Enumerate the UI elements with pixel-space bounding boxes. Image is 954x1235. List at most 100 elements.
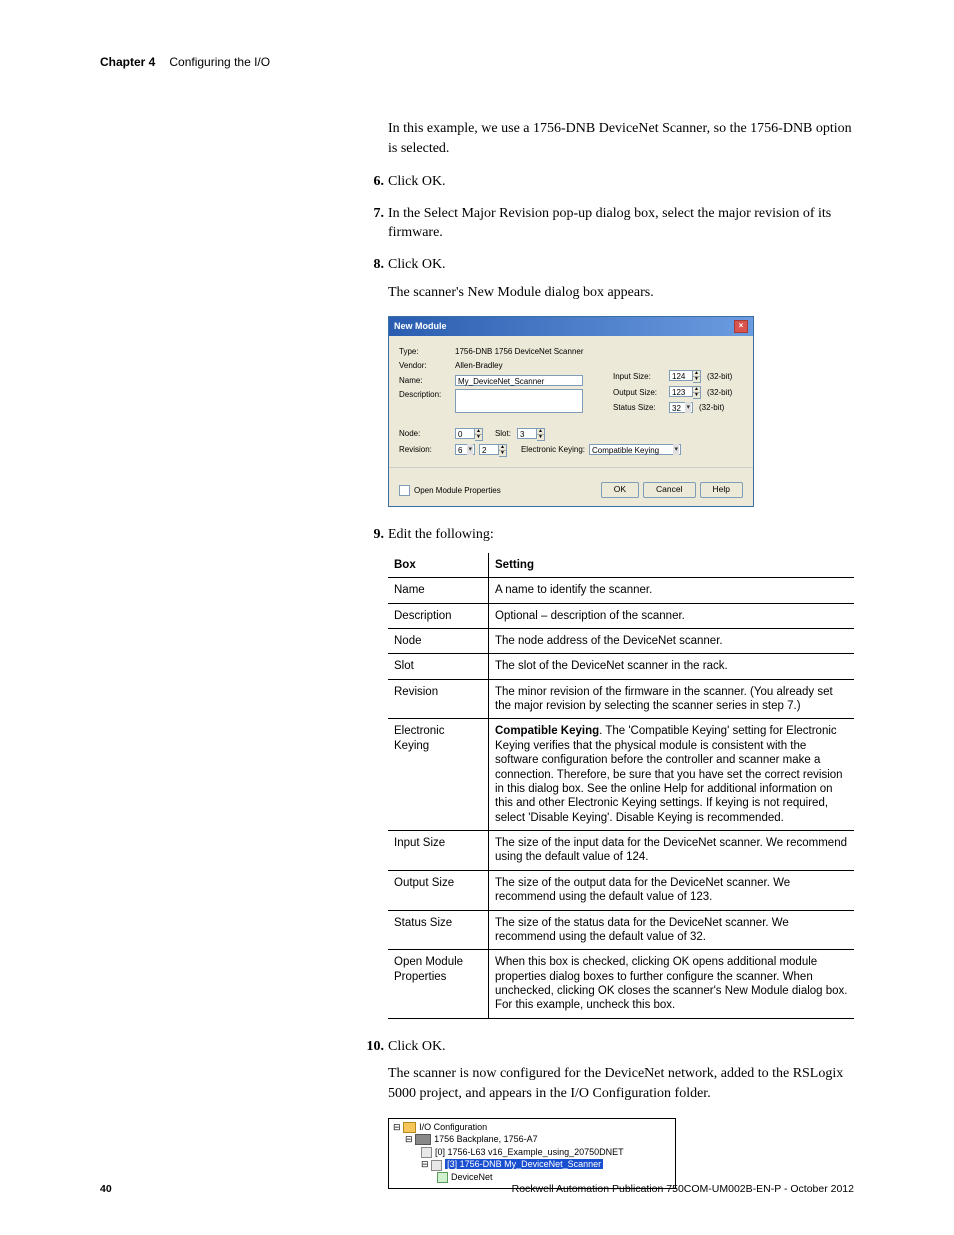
output-size-stepper[interactable]: 123▲▼ xyxy=(669,386,701,399)
cell-setting: The size of the output data for the Devi… xyxy=(489,870,855,910)
table-row: NodeThe node address of the DeviceNet sc… xyxy=(388,628,854,653)
chapter-number: Chapter 4 xyxy=(100,55,155,69)
type-label: Type: xyxy=(399,346,455,357)
publication-info: Rockwell Automation Publication 750COM-U… xyxy=(512,1183,854,1195)
folder-icon xyxy=(403,1122,416,1133)
rack-icon xyxy=(415,1134,431,1145)
step-text: In the Select Major Revision pop-up dial… xyxy=(388,206,831,241)
step-6: 6. Click OK. xyxy=(388,172,854,192)
tree-root[interactable]: ⊟ I/O Configuration xyxy=(393,1121,671,1134)
electronic-keying-select[interactable]: Compatible Keying xyxy=(589,444,681,455)
help-button[interactable]: Help xyxy=(700,482,743,498)
revision-minor-stepper[interactable]: 2▲▼ xyxy=(479,444,507,457)
minus-icon: ⊟ xyxy=(393,1122,401,1132)
step-number: 6. xyxy=(364,172,384,192)
cell-setting: The size of the status data for the Devi… xyxy=(489,910,855,950)
table-row: DescriptionOptional – description of the… xyxy=(388,603,854,628)
electronic-keying-label: Electronic Keying: xyxy=(521,444,585,455)
cell-box: Name xyxy=(388,578,489,603)
cell-box: Output Size xyxy=(388,870,489,910)
table-header-row: Box Setting xyxy=(388,553,854,578)
table-row: Output SizeThe size of the output data f… xyxy=(388,870,854,910)
page-footer: 40 Rockwell Automation Publication 750CO… xyxy=(100,1183,854,1195)
vendor-value: Allen-Bradley xyxy=(455,360,503,371)
output-size-label: Output Size: xyxy=(613,387,669,398)
step-text: Click OK. xyxy=(388,174,446,189)
dialog-title-text: New Module xyxy=(394,320,447,333)
cell-box: Input Size xyxy=(388,831,489,871)
input-size-unit: (32-bit) xyxy=(707,371,732,382)
cell-setting: The node address of the DeviceNet scanne… xyxy=(489,628,855,653)
cell-box: Open Module Properties xyxy=(388,950,489,1019)
cell-setting: When this box is checked, clicking OK op… xyxy=(489,950,855,1019)
col-box: Box xyxy=(388,553,489,578)
description-input[interactable] xyxy=(455,389,583,413)
step-8: 8. Click OK. The scanner's New Module di… xyxy=(388,255,854,507)
intro-paragraph: In this example, we use a 1756-DNB Devic… xyxy=(388,119,854,158)
revision-label: Revision: xyxy=(399,444,455,455)
module-icon xyxy=(421,1147,432,1158)
description-label: Description: xyxy=(399,389,455,400)
cancel-button[interactable]: Cancel xyxy=(643,482,695,498)
name-label: Name: xyxy=(399,375,455,386)
tree-network[interactable]: DeviceNet xyxy=(393,1171,671,1184)
output-size-unit: (32-bit) xyxy=(707,387,732,398)
tree-backplane[interactable]: ⊟ 1756 Backplane, 1756-A7 xyxy=(393,1133,671,1146)
cell-box: Description xyxy=(388,603,489,628)
cell-setting: Optional – description of the scanner. xyxy=(489,603,855,628)
dialog-titlebar: New Module × xyxy=(389,317,753,336)
table-row: SlotThe slot of the DeviceNet scanner in… xyxy=(388,654,854,679)
chapter-title: Configuring the I/O xyxy=(169,55,270,69)
cell-box: Revision xyxy=(388,679,489,719)
step-number: 9. xyxy=(364,525,384,545)
step-number: 8. xyxy=(364,255,384,275)
input-size-stepper[interactable]: 124▲▼ xyxy=(669,370,701,383)
step-text: Click OK. xyxy=(388,1039,446,1054)
col-setting: Setting xyxy=(489,553,855,578)
step-10-result: The scanner is now configured for the De… xyxy=(388,1064,854,1103)
module-icon xyxy=(431,1160,442,1171)
cell-setting: The size of the input data for the Devic… xyxy=(489,831,855,871)
table-row: NameA name to identify the scanner. xyxy=(388,578,854,603)
type-value: 1756-DNB 1756 DeviceNet Scanner xyxy=(455,346,584,357)
open-module-properties-checkbox[interactable]: Open Module Properties xyxy=(399,485,501,496)
step-8-result: The scanner's New Module dialog box appe… xyxy=(388,283,854,303)
cell-setting: A name to identify the scanner. xyxy=(489,578,855,603)
cell-box: Node xyxy=(388,628,489,653)
step-7: 7. In the Select Major Revision pop-up d… xyxy=(388,204,854,243)
slot-label: Slot: xyxy=(483,428,511,439)
open-module-properties-label: Open Module Properties xyxy=(414,485,501,496)
table-row: Electronic KeyingCompatible Keying. The … xyxy=(388,719,854,831)
input-size-label: Input Size: xyxy=(613,371,669,382)
cell-setting: The slot of the DeviceNet scanner in the… xyxy=(489,654,855,679)
slot-stepper[interactable]: 3▲▼ xyxy=(517,428,545,441)
cell-setting: The minor revision of the firmware in th… xyxy=(489,679,855,719)
table-row: Input SizeThe size of the input data for… xyxy=(388,831,854,871)
status-size-select[interactable]: 32 xyxy=(669,402,693,413)
step-10: 10. Click OK. The scanner is now configu… xyxy=(388,1037,854,1189)
node-stepper[interactable]: 0▲▼ xyxy=(455,428,483,441)
tree-scanner[interactable]: ⊟ [3] 1756-DNB My_DeviceNet_Scanner xyxy=(393,1158,671,1171)
step-number: 10. xyxy=(364,1037,384,1057)
close-icon[interactable]: × xyxy=(734,320,748,333)
minus-icon: ⊟ xyxy=(421,1159,429,1169)
settings-table: Box Setting NameA name to identify the s… xyxy=(388,553,854,1019)
revision-major-select[interactable]: 6 xyxy=(455,444,475,455)
tree-controller[interactable]: [0] 1756-L63 v16_Example_using_20750DNET xyxy=(393,1146,671,1159)
name-input[interactable]: My_DeviceNet_Scanner xyxy=(455,375,583,386)
table-row: Status SizeThe size of the status data f… xyxy=(388,910,854,950)
status-size-unit: (32-bit) xyxy=(699,402,724,413)
cell-box: Slot xyxy=(388,654,489,679)
cell-box: Electronic Keying xyxy=(388,719,489,831)
node-label: Node: xyxy=(399,428,455,439)
page-header: Chapter 4 Configuring the I/O xyxy=(100,55,854,69)
ok-button[interactable]: OK xyxy=(601,482,639,498)
step-text: Edit the following: xyxy=(388,527,494,542)
io-config-tree: ⊟ I/O Configuration ⊟ 1756 Backplane, 17… xyxy=(388,1118,676,1189)
vendor-label: Vendor: xyxy=(399,360,455,371)
minus-icon: ⊟ xyxy=(405,1134,413,1144)
page-number: 40 xyxy=(100,1183,112,1195)
step-9: 9. Edit the following: Box Setting NameA… xyxy=(388,525,854,1019)
cell-setting: Compatible Keying. The 'Compatible Keyin… xyxy=(489,719,855,831)
step-text: Click OK. xyxy=(388,257,446,272)
